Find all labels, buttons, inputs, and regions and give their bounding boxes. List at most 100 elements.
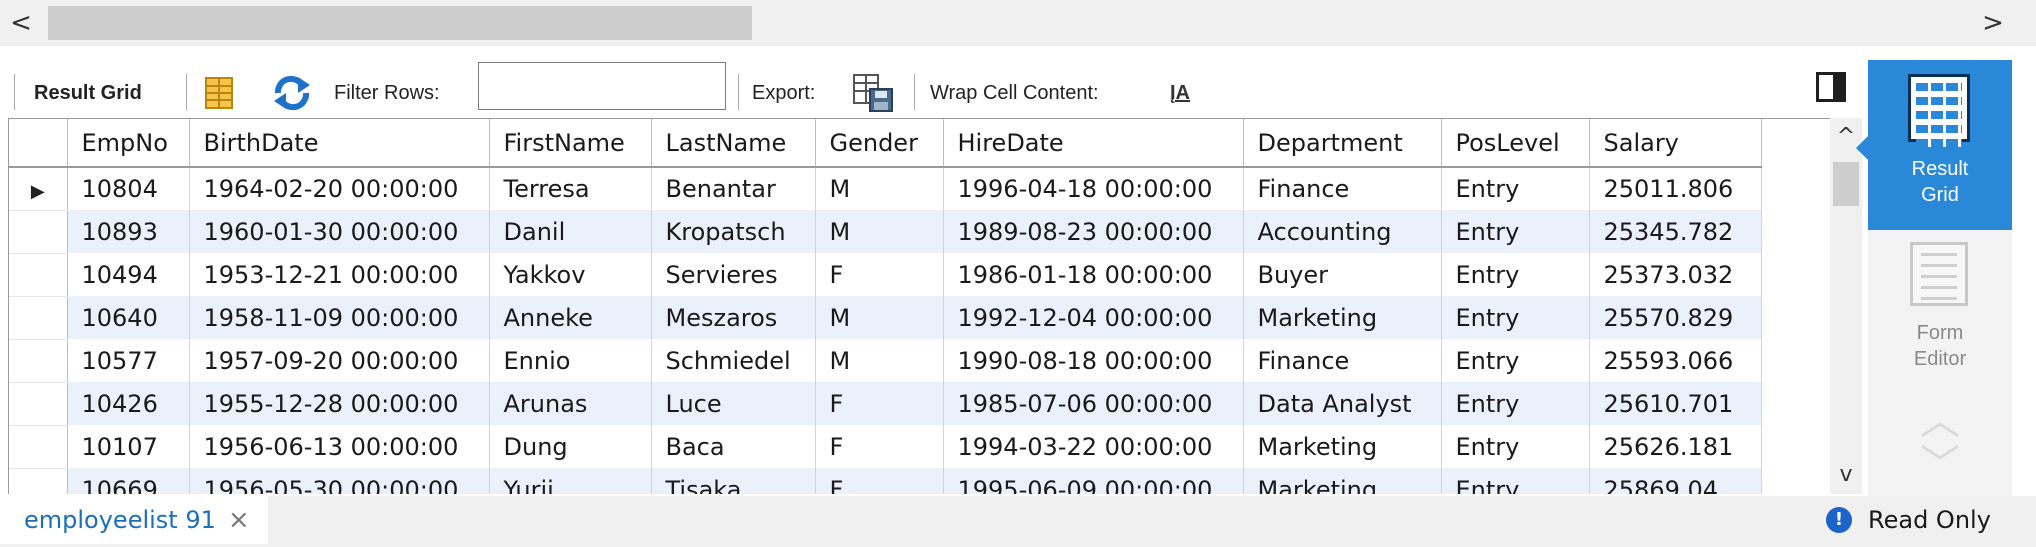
table-cell[interactable]: 1956-05-30 00:00:00 [189,468,490,494]
table-row[interactable]: 10494 1953-12-21 00:00:00 Yakkov Servieres F… [9,253,1776,297]
table-cell[interactable]: Yurii [489,468,652,494]
table-cell[interactable]: Data Analyst [1243,382,1442,425]
table-cell[interactable]: Luce [651,382,816,425]
table-cell[interactable]: F [815,382,944,425]
table-cell[interactable]: Finance [1243,167,1442,210]
table-cell[interactable]: Kropatsch [651,210,816,253]
column-header[interactable]: Department [1243,119,1442,168]
table-cell[interactable]: 1989-08-23 00:00:00 [943,210,1244,253]
column-header[interactable]: Salary [1589,119,1762,168]
table-cell[interactable]: Danil [489,210,652,253]
table-cell[interactable]: M [815,210,944,253]
table-cell[interactable]: Entry [1441,425,1590,468]
table-cell[interactable]: 25011.806 [1589,167,1762,210]
table-cell[interactable]: 1953-12-21 00:00:00 [189,253,490,296]
table-cell[interactable]: 10893 [67,210,190,253]
table-row[interactable]: 10426 1955-12-28 00:00:00 Arunas Luce F 1985-… [9,382,1776,426]
table-row[interactable]: 10107 1956-06-13 00:00:00 Dung Baca F 1994-03… [9,425,1776,469]
table-row[interactable]: 10893 1960-01-30 00:00:00 Danil Kropatsch M 1… [9,210,1776,254]
table-cell[interactable]: Entry [1441,382,1590,425]
table-cell[interactable]: 25593.066 [1589,339,1762,382]
table-cell[interactable]: 25373.032 [1589,253,1762,296]
table-cell[interactable]: Marketing [1243,296,1442,339]
table-cell[interactable]: Entry [1441,210,1590,253]
table-cell[interactable]: 25869.04 [1589,468,1762,494]
table-cell[interactable]: 1955-12-28 00:00:00 [189,382,490,425]
table-cell[interactable]: Dung [489,425,652,468]
close-tab-icon[interactable]: × [228,505,250,535]
table-cell[interactable]: Entry [1441,296,1590,339]
vertical-scrollbar[interactable]: ^ v [1830,118,1862,494]
table-cell[interactable]: Entry [1441,253,1590,296]
table-cell[interactable]: 10107 [67,425,190,468]
filter-rows-input[interactable] [478,62,726,110]
table-cell[interactable]: 25345.782 [1589,210,1762,253]
table-row[interactable]: 10577 1957-09-20 00:00:00 Ennio Schmiedel M 1… [9,339,1776,383]
table-cell[interactable]: 25610.701 [1589,382,1762,425]
table-cell[interactable]: Terresa [489,167,652,210]
row-indicator[interactable] [9,425,68,469]
table-cell[interactable]: Entry [1441,167,1590,210]
table-cell[interactable]: 1986-01-18 00:00:00 [943,253,1244,296]
table-cell[interactable]: 10669 [67,468,190,494]
panel-down-chevron-icon[interactable]: ﹀ [1912,445,1968,485]
column-header[interactable]: LastName [651,119,816,168]
row-indicator[interactable]: ▶ [9,167,68,211]
column-header[interactable]: BirthDate [189,119,490,168]
row-indicator[interactable] [9,468,68,494]
column-header[interactable]: EmpNo [67,119,190,168]
form-editor-panel-button[interactable]: Form Editor [1868,236,2012,386]
table-cell[interactable]: 1996-04-18 00:00:00 [943,167,1244,210]
table-cell[interactable]: 1995-06-09 00:00:00 [943,468,1244,494]
column-header[interactable]: HireDate [943,119,1244,168]
table-cell[interactable]: Schmiedel [651,339,816,382]
scroll-right-arrow[interactable]: > [1978,8,2008,38]
vertical-scroll-thumb[interactable] [1833,162,1859,206]
table-cell[interactable]: 1994-03-22 00:00:00 [943,425,1244,468]
horizontal-scrollbar[interactable]: < > [0,0,2036,46]
row-indicator[interactable] [9,296,68,340]
row-indicator[interactable] [9,210,68,254]
grid-columns-icon[interactable] [204,60,234,126]
column-header[interactable]: Gender [815,119,944,168]
table-cell[interactable]: Marketing [1243,425,1442,468]
result-tab[interactable]: employeelist 91 × [0,496,268,544]
column-header[interactable]: FirstName [489,119,652,168]
table-cell[interactable]: F [815,425,944,468]
table-cell[interactable]: Marketing [1243,468,1442,494]
table-cell[interactable]: 10426 [67,382,190,425]
scroll-down-arrow[interactable]: v [1830,462,1862,487]
horizontal-scroll-thumb[interactable] [48,6,752,40]
column-header[interactable]: PosLevel [1441,119,1590,168]
table-cell[interactable]: Finance [1243,339,1442,382]
table-cell[interactable]: Tisaka [651,468,816,494]
row-indicator[interactable] [9,339,68,383]
table-row[interactable]: 10640 1958-11-09 00:00:00 Anneke Meszaros M 1… [9,296,1776,340]
result-grid-panel-button[interactable]: Result Grid [1868,60,2012,230]
table-cell[interactable]: Arunas [489,382,652,425]
table-cell[interactable]: 1964-02-20 00:00:00 [189,167,490,210]
table-cell[interactable]: Entry [1441,339,1590,382]
table-cell[interactable]: F [815,468,944,494]
table-cell[interactable]: Baca [651,425,816,468]
table-cell[interactable]: 1992-12-04 00:00:00 [943,296,1244,339]
table-cell[interactable]: Servieres [651,253,816,296]
table-cell[interactable]: M [815,339,944,382]
table-cell[interactable]: 1957-09-20 00:00:00 [189,339,490,382]
table-cell[interactable]: Ennio [489,339,652,382]
table-cell[interactable]: F [815,253,944,296]
table-row[interactable]: 10669 1956-05-30 00:00:00 Yurii Tisaka F 1995… [9,468,1776,494]
export-icon[interactable] [852,60,894,126]
table-cell[interactable]: 10640 [67,296,190,339]
wrap-cell-content-icon[interactable]: ĮA [1170,60,1190,126]
table-cell[interactable]: 1990-08-18 00:00:00 [943,339,1244,382]
table-cell[interactable]: 25626.181 [1589,425,1762,468]
table-cell[interactable]: 1956-06-13 00:00:00 [189,425,490,468]
table-cell[interactable]: 25570.829 [1589,296,1762,339]
table-cell[interactable]: M [815,167,944,210]
table-cell[interactable]: Meszaros [651,296,816,339]
refresh-icon[interactable] [272,60,312,126]
table-cell[interactable]: 10494 [67,253,190,296]
table-cell[interactable]: M [815,296,944,339]
table-cell[interactable]: Entry [1441,468,1590,494]
